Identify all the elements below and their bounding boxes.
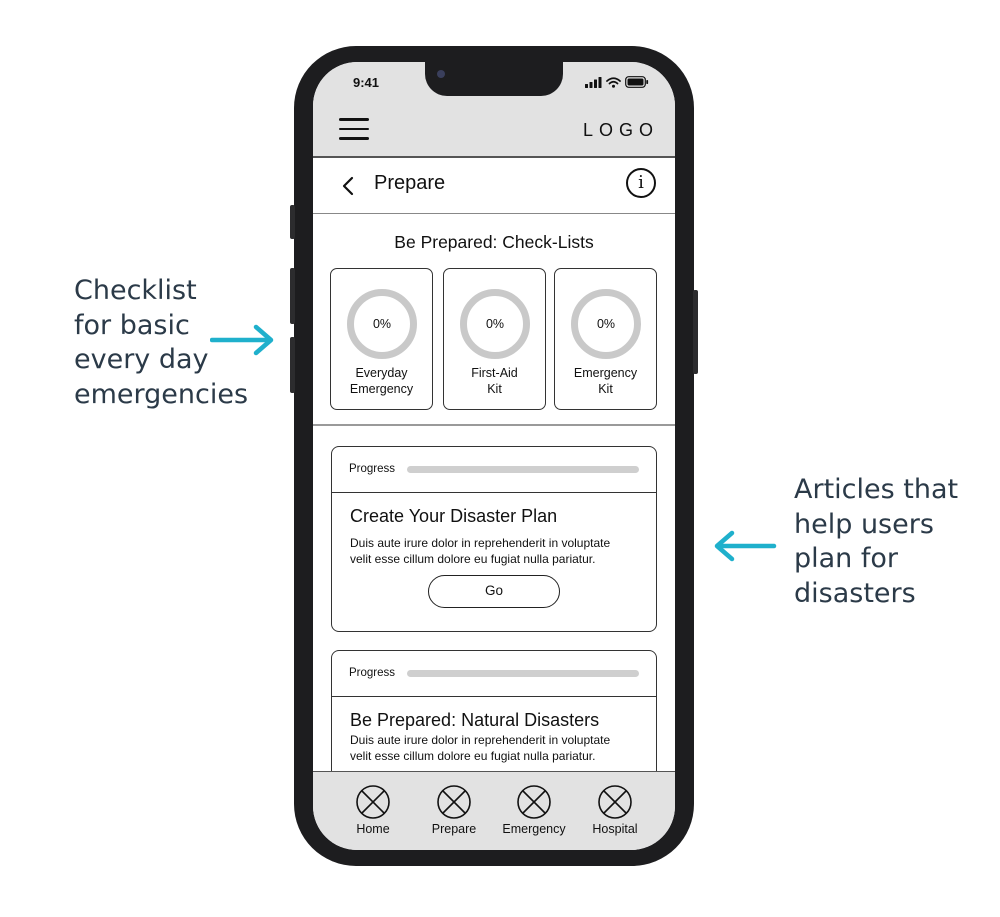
progress-row: Progress xyxy=(332,447,656,493)
page-title: Prepare xyxy=(374,172,446,194)
annotation-line: emergencies xyxy=(74,378,249,410)
checklist-card-first-aid-kit[interactable]: 0% First-Aid Kit xyxy=(443,268,546,410)
tab-hospital[interactable]: Hospital xyxy=(573,784,657,836)
checklist-label-line: Emergency xyxy=(573,366,638,380)
go-button[interactable]: Go xyxy=(428,575,560,608)
article-card-disaster-plan: Progress Create Your Disaster Plan Duis … xyxy=(331,446,657,632)
phone-side-button xyxy=(693,290,698,374)
tab-label: Emergency xyxy=(502,822,566,836)
progress-label: Progress xyxy=(349,667,396,679)
article-title: Be Prepared: Natural Disasters xyxy=(350,710,600,730)
placeholder-icon xyxy=(437,785,471,819)
checklist-label-line: Emergency xyxy=(349,381,414,396)
progress-percent: 0% xyxy=(372,317,392,331)
checklist-label-line: Everyday xyxy=(355,366,408,380)
checklist-card-emergency-kit[interactable]: 0% Emergency Kit xyxy=(554,268,657,410)
status-time: 9:41 xyxy=(353,75,380,90)
phone-screen: 9:41 LOGO Prepare i Be Prepared: Check-L… xyxy=(313,62,675,850)
annotation-articles: Articles that help users plan for disast… xyxy=(794,473,994,611)
progress-percent: 0% xyxy=(485,317,505,331)
progress-ring: 0% xyxy=(571,289,641,359)
progress-label: Progress xyxy=(349,463,396,475)
placeholder-icon xyxy=(356,785,390,819)
checklist-label-line: Kit xyxy=(487,381,502,396)
nav-bar: Prepare i xyxy=(313,158,675,214)
battery-icon xyxy=(625,76,649,88)
annotation-line: help users xyxy=(794,508,934,540)
phone-side-button xyxy=(290,205,295,239)
phone-side-button xyxy=(290,337,295,393)
checklist-label: Emergency Kit xyxy=(555,366,656,397)
tab-home[interactable]: Home xyxy=(331,784,415,836)
article-title: Create Your Disaster Plan xyxy=(350,506,558,526)
tab-label: Prepare xyxy=(431,822,477,836)
progress-percent: 0% xyxy=(596,317,616,331)
checklist-label: Everyday Emergency xyxy=(331,366,432,397)
annotation-line: disasters xyxy=(794,577,916,609)
progress-row: Progress xyxy=(332,651,656,697)
wifi-icon xyxy=(606,76,621,88)
article-body: Duis aute irure dolor in reprehenderit i… xyxy=(350,733,645,764)
checklist-card-everyday-emergency[interactable]: 0% Everyday Emergency xyxy=(330,268,433,410)
hamburger-icon[interactable] xyxy=(339,118,369,140)
article-body-line: Duis aute irure dolor in reprehenderit i… xyxy=(350,536,611,550)
checklist-label: First-Aid Kit xyxy=(444,366,545,397)
checklist-label-line: Kit xyxy=(598,381,613,396)
placeholder-icon xyxy=(517,785,551,819)
tab-prepare[interactable]: Prepare xyxy=(412,784,496,836)
section-divider xyxy=(313,424,675,426)
chevron-left-icon[interactable] xyxy=(341,176,355,196)
checklist-label-line: First-Aid xyxy=(471,366,518,380)
tab-label: Home xyxy=(356,822,390,836)
article-body-line: Duis aute irure dolor in reprehenderit i… xyxy=(350,733,611,747)
article-body-line: velit esse cillum dolore eu fugiat nulla… xyxy=(350,551,596,566)
annotation-line: Checklist xyxy=(74,275,197,306)
arrow-right-icon xyxy=(210,324,274,356)
signal-icon xyxy=(585,76,602,88)
article-body-line: velit esse cillum dolore eu fugiat nulla… xyxy=(350,748,596,763)
tab-label: Hospital xyxy=(592,822,638,836)
progress-bar xyxy=(407,670,639,677)
arrow-left-icon xyxy=(714,530,777,562)
phone-side-button xyxy=(290,268,295,324)
checklists-title: Be Prepared: Check-Lists xyxy=(394,232,594,252)
annotation-line: Articles that xyxy=(794,474,959,505)
article-body: Duis aute irure dolor in reprehenderit i… xyxy=(350,536,645,567)
progress-ring: 0% xyxy=(347,289,417,359)
annotation-line: plan for xyxy=(794,543,899,574)
bottom-tab-bar: Home Prepare Emergency Hospital xyxy=(313,771,675,850)
status-icons xyxy=(585,76,649,88)
placeholder-icon xyxy=(598,785,632,819)
progress-ring: 0% xyxy=(460,289,530,359)
notch xyxy=(425,62,563,96)
tab-emergency[interactable]: Emergency xyxy=(492,784,576,836)
info-icon[interactable]: i xyxy=(626,168,656,198)
logo: LOGO xyxy=(582,120,659,140)
progress-bar xyxy=(407,466,639,473)
camera-icon xyxy=(437,70,445,78)
